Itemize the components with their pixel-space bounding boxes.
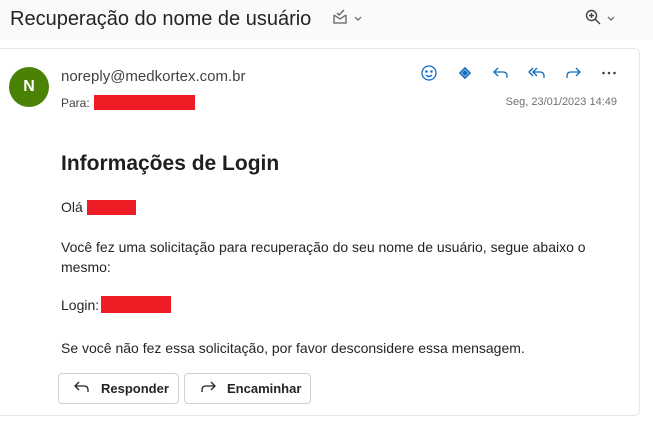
forward-icon	[199, 378, 217, 399]
forward-icon	[564, 64, 582, 87]
reply-button-label: Responder	[101, 381, 169, 396]
chevron-down-icon	[606, 8, 616, 30]
request-paragraph: Você fez uma solicitação para recuperaçã…	[61, 239, 586, 275]
message-card: N noreply@medkortex.com.br Para: Seg, 23…	[0, 48, 640, 416]
forward-button[interactable]: Encaminhar	[184, 373, 311, 404]
emoji-reaction-button[interactable]	[417, 63, 441, 87]
reply-icon	[73, 378, 91, 399]
to-label: Para:	[61, 95, 90, 110]
forward-action-button[interactable]	[561, 63, 585, 87]
zoom-icon	[584, 8, 602, 31]
mark-read-icon	[331, 8, 349, 31]
loop-button[interactable]	[453, 63, 477, 87]
reply-icon	[492, 64, 510, 87]
forward-button-label: Encaminhar	[227, 381, 302, 396]
body-heading: Informações de Login	[61, 152, 280, 175]
reading-pane-header: Recuperação do nome de usuário	[0, 0, 653, 40]
greeting-line: Olá	[61, 199, 136, 215]
redacted-name	[86, 199, 136, 215]
reply-all-icon	[528, 64, 546, 87]
zoom-button[interactable]	[584, 8, 616, 30]
reply-all-action-button[interactable]	[525, 63, 549, 87]
redacted-recipient	[93, 95, 195, 110]
login-label: Login:	[61, 296, 100, 313]
more-icon	[600, 64, 618, 87]
avatar[interactable]: N	[9, 67, 49, 107]
chevron-down-icon	[353, 8, 363, 30]
email-subject: Recuperação do nome de usuário	[10, 8, 312, 30]
message-date: Seg, 23/01/2023 14:49	[505, 96, 617, 108]
reply-action-button[interactable]	[489, 63, 513, 87]
reply-button[interactable]: Responder	[58, 373, 179, 404]
more-actions-button[interactable]	[597, 63, 621, 87]
redacted-login	[101, 296, 172, 313]
mark-read-button[interactable]	[331, 8, 363, 30]
loop-icon	[456, 64, 474, 87]
login-line: Login:	[61, 296, 172, 313]
recipient-line: Para:	[61, 95, 195, 110]
emoji-icon	[420, 64, 438, 87]
sender-address[interactable]: noreply@medkortex.com.br	[61, 68, 245, 85]
greeting-text: Olá	[61, 199, 83, 215]
ignore-paragraph: Se você não fez essa solicitação, por fa…	[61, 340, 525, 356]
message-actions	[417, 63, 621, 87]
